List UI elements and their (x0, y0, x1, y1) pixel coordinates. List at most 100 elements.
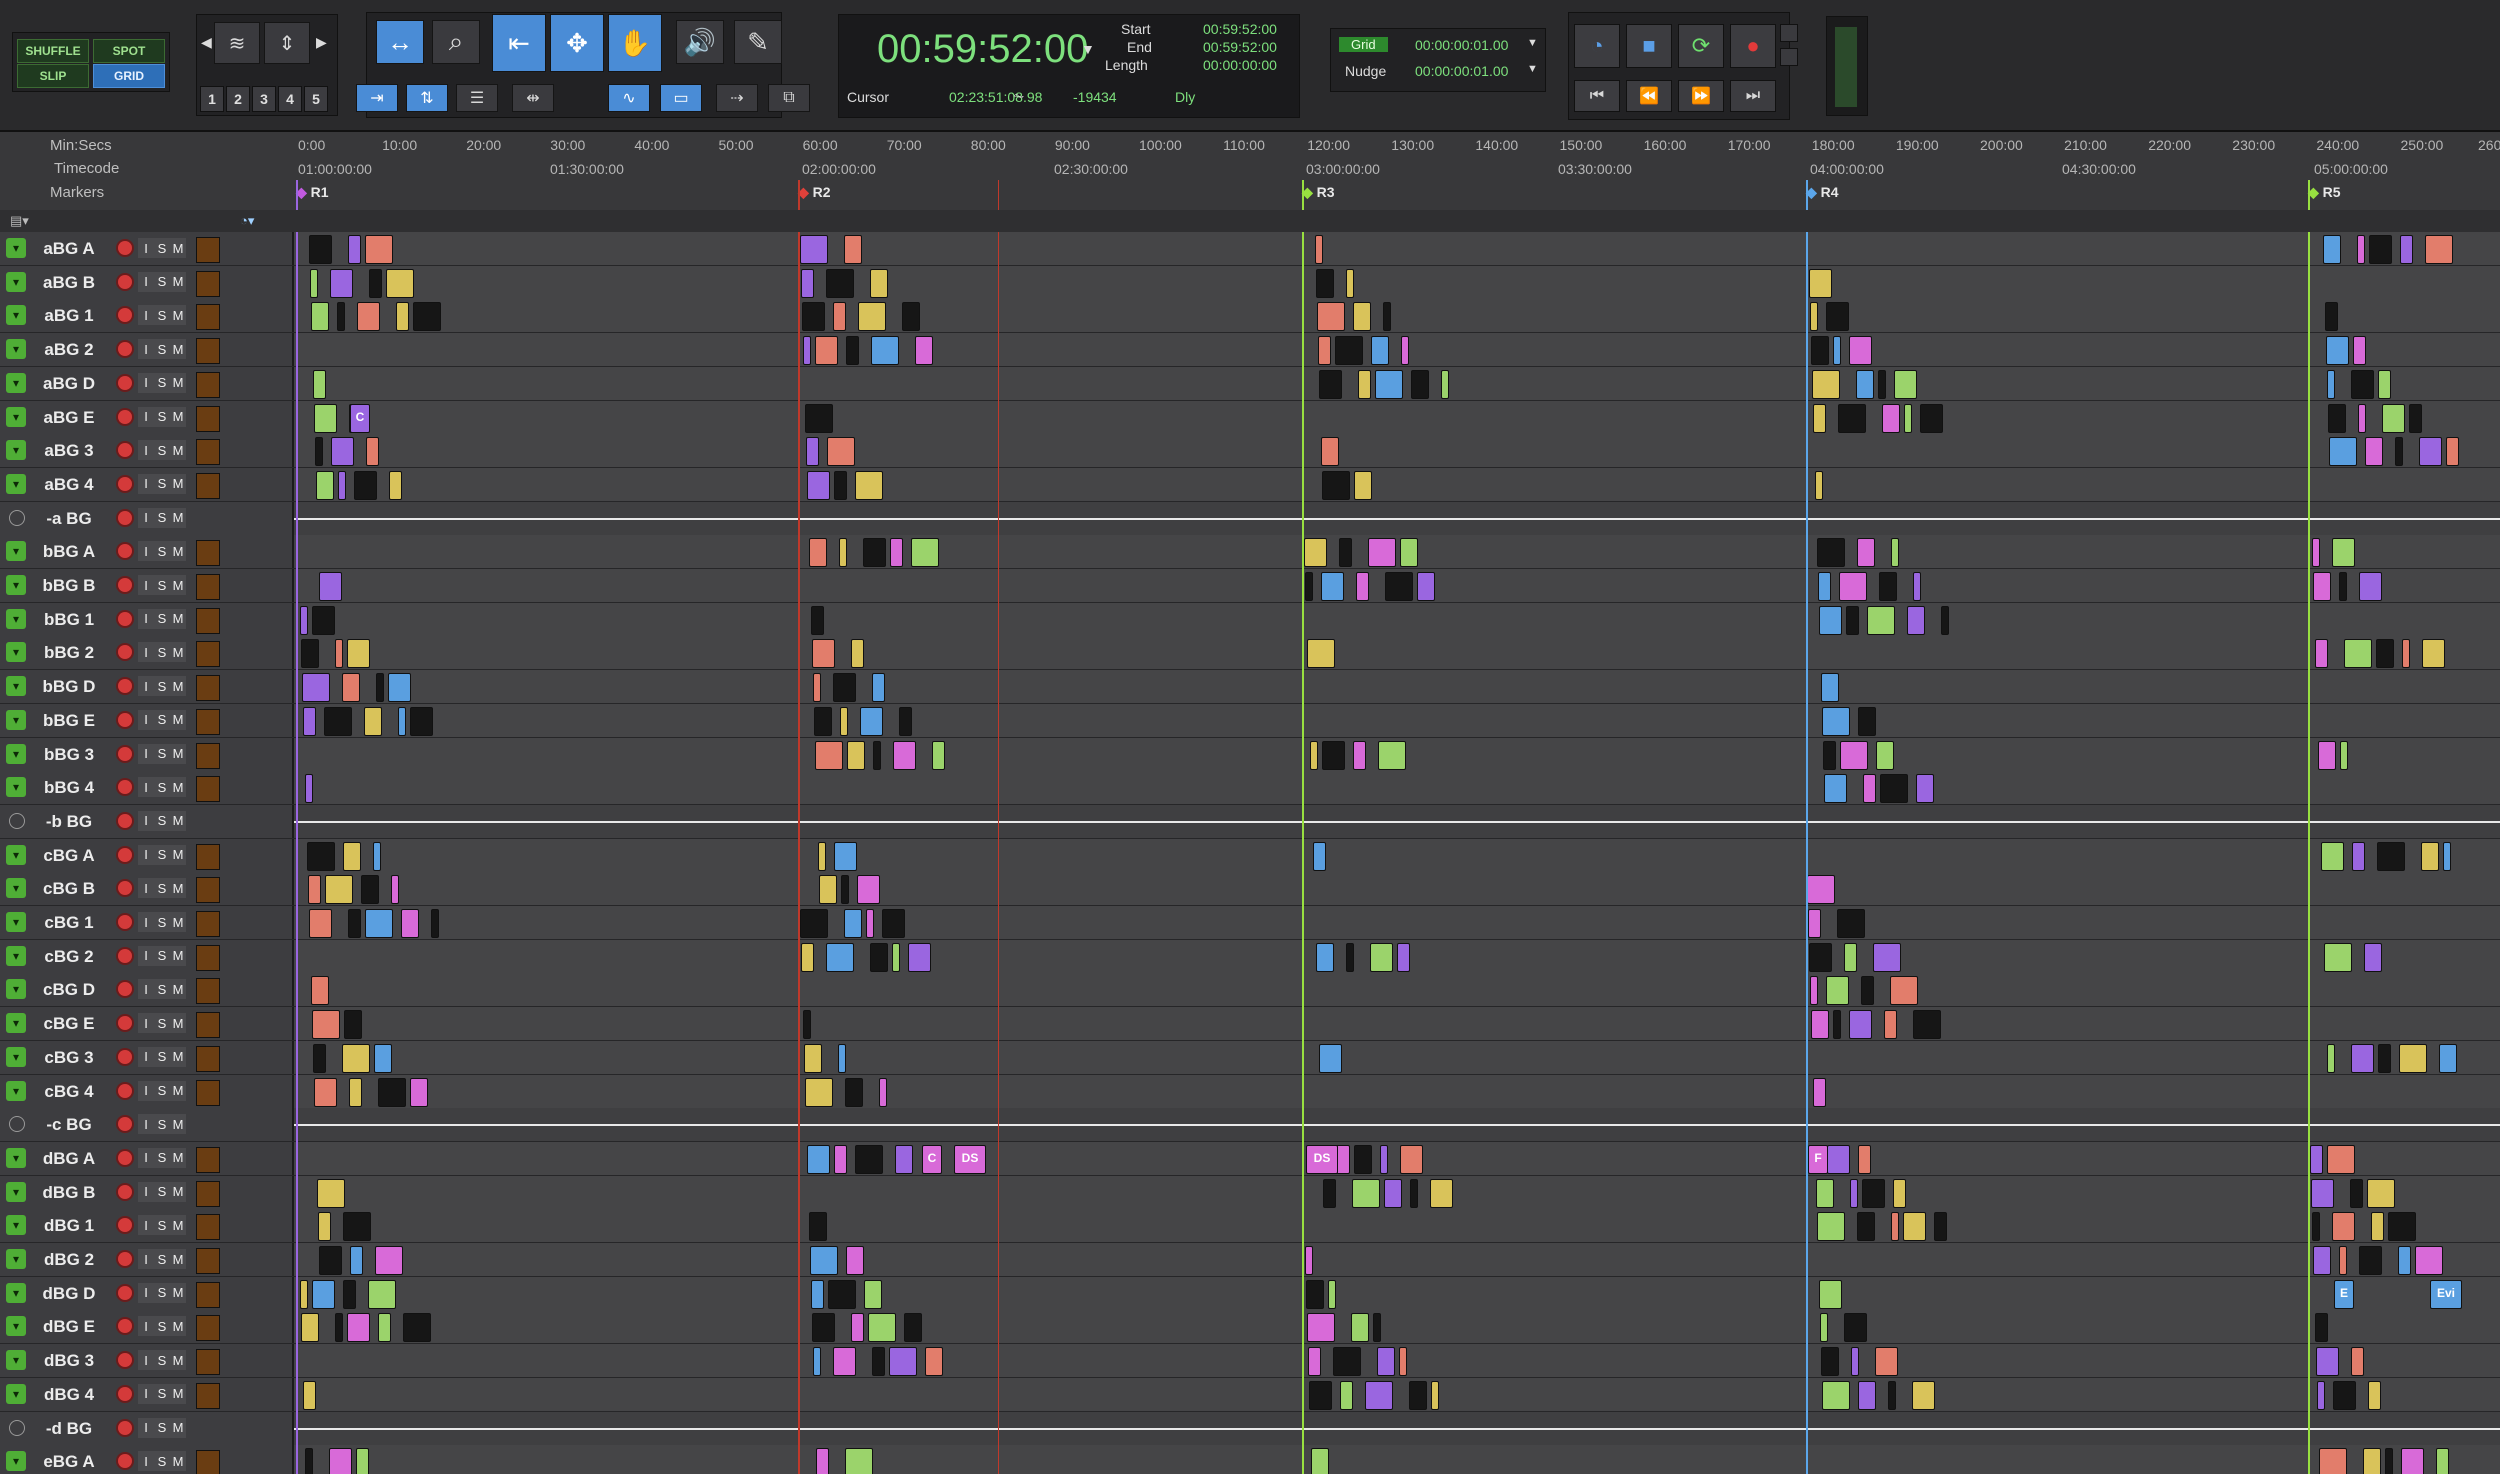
track-playlist-lane[interactable] (294, 670, 2500, 704)
audio-clip[interactable] (1878, 369, 1886, 399)
track-name[interactable]: aBG 2 (36, 340, 102, 360)
audio-clip[interactable] (303, 706, 316, 736)
audio-clip[interactable] (373, 841, 381, 871)
audio-clip[interactable] (1912, 1380, 1935, 1410)
audio-clip[interactable] (911, 538, 939, 568)
audio-clip[interactable] (2421, 841, 2439, 871)
audio-clip[interactable] (1838, 403, 1866, 433)
track-expand-icon[interactable]: ▾ (6, 945, 26, 966)
input-monitor-button[interactable]: I (138, 1013, 154, 1034)
audio-clip[interactable] (1378, 740, 1406, 770)
volume-automation-line[interactable] (294, 1124, 2500, 1127)
waveform-zoom-icon[interactable]: ≋ (214, 22, 260, 64)
audio-clip[interactable] (1849, 1010, 1872, 1040)
audio-clip[interactable] (350, 1246, 363, 1275)
input-monitor-button[interactable]: I (138, 372, 154, 393)
audio-clip[interactable] (1867, 605, 1895, 635)
record-enable-button[interactable] (118, 645, 132, 660)
audio-clip[interactable] (1307, 639, 1335, 669)
solo-button[interactable]: S (154, 1417, 170, 1438)
audio-clip[interactable] (1318, 336, 1331, 366)
track-playlist-lane[interactable] (294, 872, 2500, 906)
audio-clip[interactable] (312, 1010, 340, 1040)
solo-button[interactable]: S (154, 844, 170, 865)
audio-clip[interactable] (1417, 572, 1435, 601)
input-monitor-button[interactable]: I (138, 608, 154, 629)
link-track-icon[interactable]: ▭ (660, 84, 702, 112)
track-playlist-lane[interactable] (294, 333, 2500, 367)
track-name[interactable]: aBG 4 (36, 475, 102, 495)
audio-clip[interactable] (858, 302, 886, 332)
track-playlist-lane[interactable] (294, 467, 2500, 501)
record-enable-button[interactable] (118, 813, 132, 828)
audio-clip[interactable] (809, 538, 827, 568)
audio-clip[interactable] (1920, 403, 1943, 433)
main-counter[interactable]: 00:59:52:00 (877, 27, 1088, 72)
audio-clip[interactable] (1353, 740, 1366, 770)
solo-button[interactable]: S (154, 238, 170, 258)
volume-automation-line[interactable] (294, 820, 2500, 823)
mute-button[interactable]: M (170, 1080, 186, 1101)
audio-clip[interactable] (844, 909, 862, 938)
audio-clip[interactable] (1305, 1246, 1313, 1275)
audio-clip[interactable] (337, 302, 345, 332)
audio-clip[interactable] (1891, 1212, 1899, 1242)
audio-clip[interactable] (2364, 942, 2382, 972)
track-playlist-lane[interactable] (294, 602, 2500, 636)
audio-clip[interactable] (1862, 1178, 1885, 1208)
zoom-preset-3[interactable]: 3 (252, 86, 276, 112)
audio-clip[interactable] (2382, 403, 2405, 433)
audio-clip[interactable] (1851, 1347, 1859, 1377)
audio-clip[interactable] (1335, 336, 1363, 366)
solo-button[interactable]: S (154, 777, 170, 798)
input-monitor-button[interactable]: I (138, 676, 154, 697)
audio-clip[interactable] (1808, 909, 1821, 938)
audio-clip[interactable] (895, 1144, 913, 1174)
zoom-preset-4[interactable]: 4 (278, 86, 302, 112)
audio-clip[interactable] (348, 235, 361, 264)
input-monitor-button[interactable]: I (138, 1383, 154, 1404)
audio-clip[interactable] (2316, 1347, 2339, 1377)
solo-button[interactable]: S (154, 912, 170, 932)
track-name[interactable]: aBG A (36, 239, 102, 259)
rewind-icon[interactable]: ⏪ (1626, 80, 1672, 112)
audio-clip[interactable] (312, 605, 335, 635)
record-enable-button[interactable] (118, 375, 132, 390)
audio-clip[interactable] (368, 1279, 396, 1309)
audio-clip[interactable] (803, 1010, 811, 1040)
audio-clip[interactable] (863, 538, 886, 568)
audio-clip[interactable] (2359, 1246, 2382, 1275)
solo-button[interactable]: S (154, 979, 170, 1000)
audio-clip[interactable] (1858, 706, 1876, 736)
audio-clip[interactable] (1307, 1313, 1335, 1343)
input-monitor-button[interactable]: I (138, 440, 154, 461)
mute-button[interactable]: M (170, 1350, 186, 1371)
audio-clip[interactable] (308, 875, 321, 905)
track-header[interactable]: ▾ aBG 1 ISM (0, 299, 294, 333)
audio-clip[interactable] (391, 875, 399, 905)
audio-clip[interactable] (331, 437, 354, 467)
input-monitor-button[interactable]: I (138, 777, 154, 798)
mute-button[interactable]: M (170, 238, 186, 258)
solo-button[interactable]: S (154, 305, 170, 326)
audio-clip[interactable] (1311, 1448, 1329, 1474)
track-header[interactable]: ▾ bBG A ISM (0, 535, 294, 569)
audio-clip[interactable] (818, 841, 826, 871)
audio-clip[interactable] (1328, 1279, 1336, 1309)
audio-clip[interactable] (1844, 1313, 1867, 1343)
audio-clip[interactable] (356, 1448, 369, 1474)
audio-clip[interactable] (2358, 403, 2366, 433)
audio-clip[interactable] (1304, 538, 1327, 568)
track-name[interactable]: bBG 1 (36, 610, 102, 630)
audio-clip[interactable] (2369, 235, 2392, 264)
audio-clip[interactable] (815, 336, 838, 366)
audio-clip[interactable] (307, 841, 335, 871)
audio-clip[interactable] (1319, 1043, 1342, 1073)
track-header[interactable]: ▾ cBG 1 ISM (0, 906, 294, 939)
audio-clip[interactable] (2409, 403, 2422, 433)
mute-button[interactable]: M (170, 1316, 186, 1337)
audio-clip[interactable] (1882, 403, 1900, 433)
audio-clip[interactable] (1823, 740, 1836, 770)
audio-clip[interactable] (1816, 1178, 1834, 1208)
mute-button[interactable]: M (170, 1013, 186, 1034)
